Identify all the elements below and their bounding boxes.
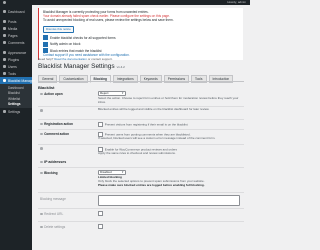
divider: [38, 144, 244, 145]
help-icon[interactable]: [40, 147, 43, 150]
tools-icon: [3, 72, 6, 75]
chevron-down-icon: ▼: [121, 91, 124, 95]
help-icon[interactable]: [40, 132, 43, 136]
posts-icon: [3, 20, 6, 23]
sidebar-item-users[interactable]: Users: [0, 63, 32, 70]
help-icon[interactable]: [40, 225, 43, 229]
media-icon: [3, 27, 6, 30]
setting-row-delete: Delete settings: [38, 224, 244, 232]
sidebar-item-posts[interactable]: Posts: [0, 18, 32, 25]
tab-introduction[interactable]: Introduction: [208, 75, 234, 83]
settings-icon: [3, 110, 6, 113]
setting-row-ip: IP addresses: [38, 160, 244, 166]
tab-general[interactable]: General: [38, 75, 58, 83]
wordpress-logo-icon[interactable]: [3, 1, 6, 4]
tab-keywords[interactable]: Keywords: [139, 75, 162, 83]
users-icon: [3, 65, 6, 68]
log-text: Blocked entries will be logged and visib…: [98, 107, 210, 111]
tabs-divider: [38, 81, 244, 82]
sidebar-item-dashboard[interactable]: Dashboard: [0, 8, 32, 15]
divider: [38, 167, 244, 168]
divider: [38, 192, 244, 193]
tab-blocking[interactable]: Blocking: [89, 75, 112, 83]
sidebar-item-plugins[interactable]: Plugins: [0, 56, 32, 63]
appearance-icon: [3, 51, 6, 54]
sidebar-item-settings[interactable]: Settings: [0, 108, 32, 115]
submenu-item-settings[interactable]: Settings: [0, 102, 32, 108]
plugins-icon: [3, 58, 6, 61]
divider: [38, 129, 244, 130]
redirect-checkbox[interactable]: [98, 211, 104, 217]
shield-icon: [3, 79, 6, 82]
dashboard-icon: [3, 10, 6, 13]
version-badge: v1.4.2: [116, 65, 125, 69]
documentation-link[interactable]: Read the documentation: [54, 57, 87, 61]
setting-row-registration: Registration action Prevent visitors fro…: [38, 121, 244, 129]
action-label: Action upon: [40, 92, 63, 96]
tab-customization[interactable]: Customization: [59, 75, 88, 83]
sidebar-item-pages[interactable]: Pages: [0, 32, 32, 39]
main-content: Blacklist Manager is currently protectin…: [32, 5, 250, 250]
settings-form: Action upon Reject ▼ Select the action. C…: [38, 91, 244, 230]
setting-row-comment: Comment action Prevent users from postin…: [38, 131, 244, 143]
settings-tabs: General Customization Blocking Integrati…: [38, 75, 234, 83]
registration-checkbox[interactable]: [98, 121, 104, 127]
sidebar-item-media[interactable]: Media: [0, 25, 32, 32]
notice-line-2: To avoid unexpected blocking of real use…: [43, 18, 174, 23]
sidebar-item-tools[interactable]: Tools: [0, 70, 32, 77]
sidebar-item-blacklist-manager[interactable]: Blacklist Manager: [0, 77, 35, 84]
help-icon[interactable]: [40, 212, 43, 216]
divider: [38, 208, 244, 209]
help-icon[interactable]: [40, 160, 43, 164]
help-icon[interactable]: [40, 122, 43, 126]
tab-integrations[interactable]: Integrations: [113, 75, 138, 83]
option-label-1: Enable blacklist checks for all supporte…: [50, 35, 116, 40]
help-icon[interactable]: [40, 92, 43, 96]
setting-row-action: Action upon Reject ▼ Select the action. C…: [38, 91, 244, 105]
admin-sidebar: Dashboard Posts Media Pages Comments App…: [0, 5, 35, 250]
setting-row-message: Blocking message: [38, 195, 244, 207]
page-title: Blacklist Manager Settings v1.4.2: [38, 63, 125, 70]
setting-row-log: Blocked entries will be logged and visib…: [38, 107, 244, 118]
help-note: Need help? Read the documentation or con…: [38, 57, 113, 61]
admin-notice: Blacklist Manager is currently protectin…: [38, 8, 243, 60]
registration-text: Prevent visitors from registering if the…: [104, 121, 188, 126]
comment-subtext: If selected, blocked users will see a cu…: [98, 135, 216, 140]
option-checkbox-1[interactable]: [43, 35, 48, 41]
product-subtext: Apply the same rules to checkout and rev…: [98, 150, 176, 155]
sidebar-item-comments[interactable]: Comments: [0, 39, 32, 46]
option-checkbox-2[interactable]: [43, 41, 48, 47]
chevron-down-icon: ▼: [121, 170, 124, 174]
option-label-2: Notify admin on block: [50, 42, 81, 47]
dismiss-notice-button[interactable]: Dismiss this notice: [43, 25, 74, 33]
section-title: Blacklist: [38, 85, 55, 90]
delete-checkbox[interactable]: [98, 224, 104, 230]
option-label-3: Block entries that match the blacklist: [50, 48, 102, 53]
blocking-help-2: Please make sure blocked entries are log…: [98, 182, 205, 187]
help-icon[interactable]: [40, 171, 43, 175]
sidebar-submenu: Dashboard Blacklist Whitelist Settings: [0, 84, 32, 108]
tab-tools[interactable]: Tools: [191, 75, 207, 83]
setting-row-redirect: Redirect URL: [38, 211, 244, 221]
tab-permissions[interactable]: Permissions: [163, 75, 190, 83]
setting-row-product: Enable for WooCommerce product reviews a…: [38, 146, 244, 157]
divider: [38, 119, 244, 120]
blocking-message-textarea[interactable]: [98, 195, 240, 206]
help-icon[interactable]: [40, 109, 43, 112]
pages-icon: [3, 34, 6, 37]
setting-row-blocking: Blocking Disabled ▼ Limited blocking Only…: [38, 170, 244, 190]
action-help: Select the action. Choose to reject form…: [98, 96, 239, 104]
sidebar-item-appearance[interactable]: Appearance: [0, 49, 32, 56]
divider: [38, 221, 244, 222]
comments-icon: [3, 41, 6, 44]
